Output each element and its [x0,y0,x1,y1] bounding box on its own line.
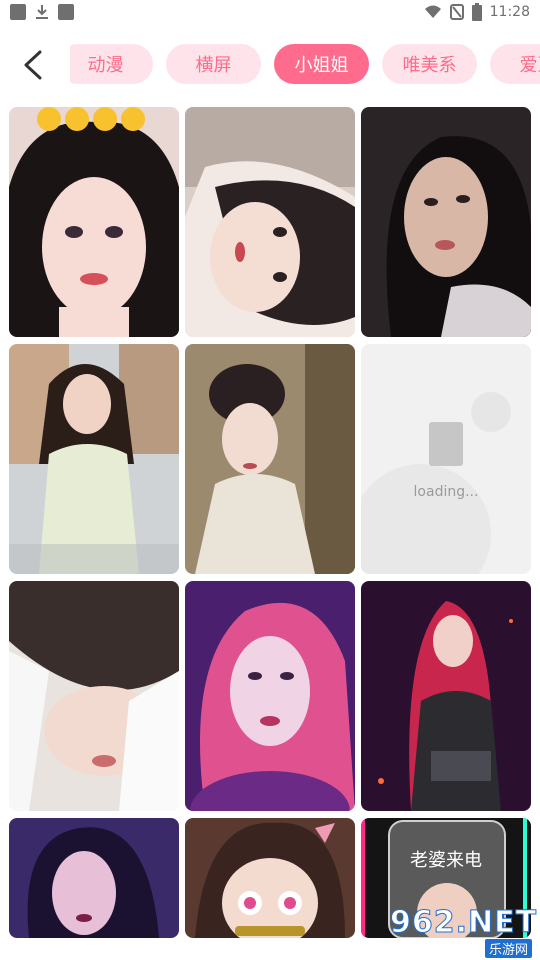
wallpaper-card[interactable] [361,581,531,811]
tab-idol[interactable]: 爱豆 [490,44,540,84]
wallpaper-thumbnail [361,581,531,811]
watermark-top: 962.NET [389,905,538,941]
download-icon [36,5,48,19]
wallpaper-card[interactable] [9,344,179,574]
category-tabs: 动漫 横屏 小姐姐 唯美系 爱豆 [70,44,540,84]
battery-icon [471,3,482,21]
loading-text: loading... [413,484,479,500]
wallpaper-card[interactable] [185,344,355,574]
watermark: 962.NET 乐游网 [389,905,538,958]
wallpaper-thumbnail [185,818,355,938]
top-navigation: 动漫 横屏 小姐姐 唯美系 爱豆 [0,26,540,104]
tab-young-lady[interactable]: 小姐姐 [274,44,369,84]
app-icon [58,4,74,20]
wallpaper-thumbnail [9,344,179,574]
watermark-bottom: 乐游网 [484,939,532,958]
wallpaper-card[interactable] [185,818,355,938]
tab-anime[interactable]: 动漫 [70,44,153,84]
back-button[interactable] [18,48,48,82]
tab-aesthetic[interactable]: 唯美系 [382,44,477,84]
status-time: 11:28 [489,4,530,20]
wallpaper-thumbnail [185,581,355,811]
tab-landscape[interactable]: 横屏 [166,44,261,84]
wallpaper-thumbnail [9,818,179,938]
call-overlay-text: 老婆来电 [410,850,482,871]
wifi-icon [424,5,441,18]
wallpaper-card[interactable] [185,581,355,811]
wallpaper-card[interactable] [9,818,179,938]
chevron-left-icon [24,50,42,80]
wallpaper-thumbnail [9,581,179,811]
wallpaper-thumbnail [185,344,355,574]
no-sim-icon [449,4,464,20]
wallpaper-card[interactable] [9,581,179,811]
wallpaper-card[interactable] [361,107,531,337]
wallpaper-thumbnail [361,107,531,337]
status-bar: 11:28 [0,0,540,26]
loading-placeholder [361,392,511,574]
wallpaper-thumbnail [185,107,355,337]
wallpaper-thumbnail [9,107,179,337]
wallpaper-card[interactable] [185,107,355,337]
wallpaper-card[interactable] [9,107,179,337]
wallpaper-card-loading[interactable]: loading... [361,344,531,574]
notification-icon [10,4,26,20]
